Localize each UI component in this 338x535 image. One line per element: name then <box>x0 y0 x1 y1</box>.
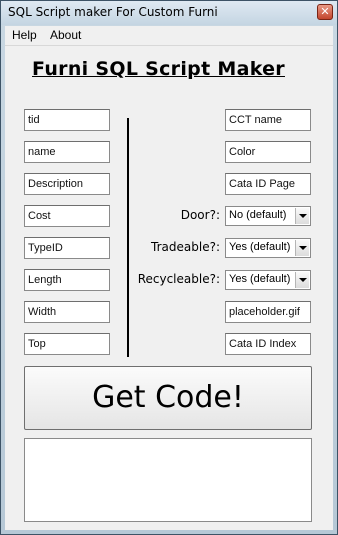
cct-name-field[interactable]: CCT name <box>225 109 311 131</box>
cost-field[interactable]: Cost <box>24 205 110 227</box>
main-panel: Furni SQL Script Maker tid name Descript… <box>5 46 333 530</box>
menu-bar: Help About <box>5 26 333 46</box>
name-field[interactable]: name <box>24 141 110 163</box>
chevron-down-icon[interactable] <box>295 272 309 288</box>
tradeable-select-value: Yes (default) <box>229 241 291 253</box>
tid-field[interactable]: tid <box>24 109 110 131</box>
menu-about[interactable]: About <box>50 28 81 42</box>
description-field[interactable]: Description <box>24 173 110 195</box>
output-textarea[interactable] <box>24 438 312 522</box>
chevron-down-icon[interactable] <box>295 240 309 256</box>
title-bar[interactable]: SQL Script maker For Custom Furni ✕ <box>1 1 337 25</box>
recycleable-select-value: Yes (default) <box>229 273 291 285</box>
page-title: Furni SQL Script Maker <box>32 58 285 80</box>
door-select[interactable]: No (default) <box>225 206 311 226</box>
top-field[interactable]: Top <box>24 333 110 355</box>
door-label: Door?: <box>180 208 220 222</box>
cata-id-page-field[interactable]: Cata ID Page <box>225 173 311 195</box>
length-field[interactable]: Length <box>24 269 110 291</box>
door-select-value: No (default) <box>229 209 287 221</box>
typeid-field[interactable]: TypeID <box>24 237 110 259</box>
menu-help[interactable]: Help <box>12 28 37 42</box>
window-title: SQL Script maker For Custom Furni <box>8 5 218 19</box>
color-field[interactable]: Color <box>225 141 311 163</box>
recycleable-select[interactable]: Yes (default) <box>225 270 311 290</box>
get-code-button[interactable]: Get Code! <box>24 366 312 430</box>
width-field[interactable]: Width <box>24 301 110 323</box>
chevron-down-icon[interactable] <box>295 208 309 224</box>
image-field[interactable]: placeholder.gif <box>225 301 311 323</box>
column-divider <box>127 118 129 357</box>
close-button[interactable]: ✕ <box>317 4 333 20</box>
tradeable-label: Tradeable?: <box>151 240 220 254</box>
cata-id-index-field[interactable]: Cata ID Index <box>225 333 311 355</box>
recycleable-label: Recycleable?: <box>137 272 220 286</box>
app-window: SQL Script maker For Custom Furni ✕ Help… <box>0 0 338 535</box>
tradeable-select[interactable]: Yes (default) <box>225 238 311 258</box>
